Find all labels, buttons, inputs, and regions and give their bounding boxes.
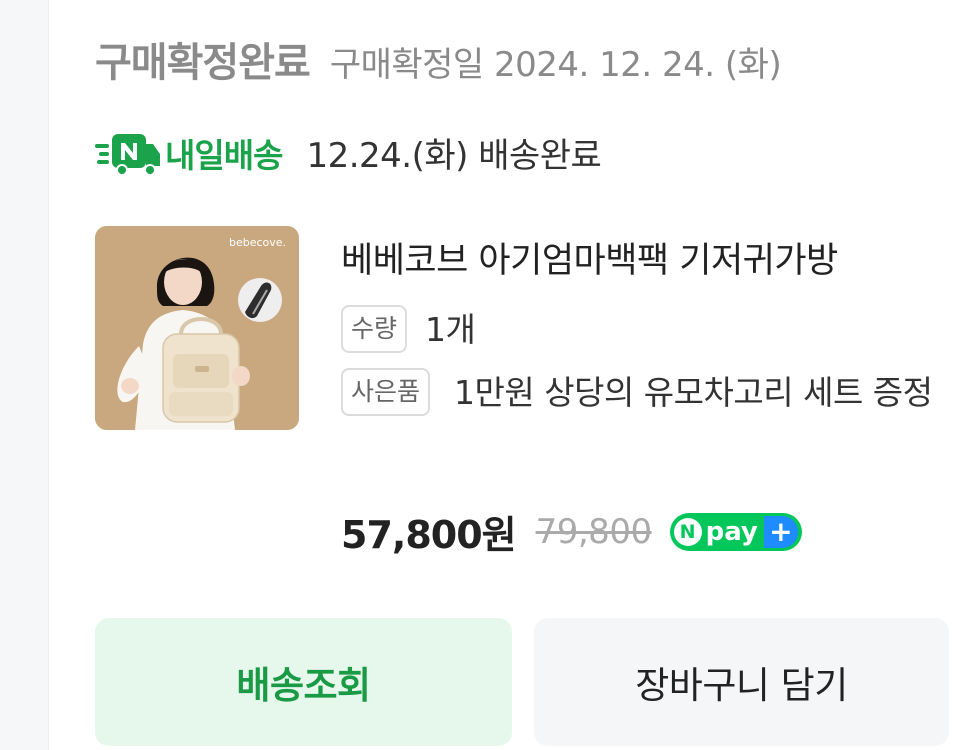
gift-row: 사은품 1만원 상당의 유모차고리 세트 증정 — [341, 368, 934, 418]
quantity-value: 1개 — [425, 310, 476, 349]
original-price: 79,800 — [535, 511, 652, 552]
delivery-row: 내일배송 12.24.(화) 배송완료 — [95, 128, 602, 177]
confirm-date: 구매확정일 2024. 12. 24. (화) — [329, 45, 782, 85]
n-truck-icon — [95, 133, 160, 176]
sale-price: 57,800원 — [341, 513, 517, 557]
quantity-tag: 수량 — [341, 305, 408, 353]
product-image: bebecove. — [95, 226, 299, 430]
gift-value: 1만원 상당의 유모차고리 세트 증정 — [454, 373, 933, 412]
delivery-status: 12.24.(화) 배송완료 — [306, 136, 602, 176]
left-rail — [0, 0, 49, 750]
quantity-row: 수량 1개 — [341, 305, 476, 355]
order-status-row: 구매확정완료 구매확정일 2024. 12. 24. (화) — [95, 30, 782, 88]
add-to-cart-button[interactable]: 장바구니 담기 — [534, 618, 949, 746]
npay-n-icon: N — [673, 517, 702, 546]
order-status: 구매확정완료 — [95, 40, 311, 86]
npay-plus-badge: N pay + — [669, 512, 802, 551]
npay-text: pay — [705, 516, 758, 547]
tomorrow-delivery-badge: 내일배송 — [95, 129, 283, 177]
track-delivery-button[interactable]: 배송조회 — [95, 618, 512, 746]
product-thumbnail[interactable]: bebecove. — [95, 226, 299, 430]
gift-tag: 사은품 — [341, 368, 431, 416]
price-row: 57,800원 79,800 N pay + — [341, 504, 802, 559]
npay-plus-icon: + — [763, 515, 798, 548]
brand-logo: bebecove. — [229, 236, 286, 249]
order-card: 구매확정완료 구매확정일 2024. 12. 24. (화) 내일배송 12.2… — [49, 0, 979, 750]
tomorrow-delivery-label: 내일배송 — [165, 135, 283, 175]
product-name[interactable]: 베베코브 아기엄마백팩 기저귀가방 — [341, 232, 951, 283]
